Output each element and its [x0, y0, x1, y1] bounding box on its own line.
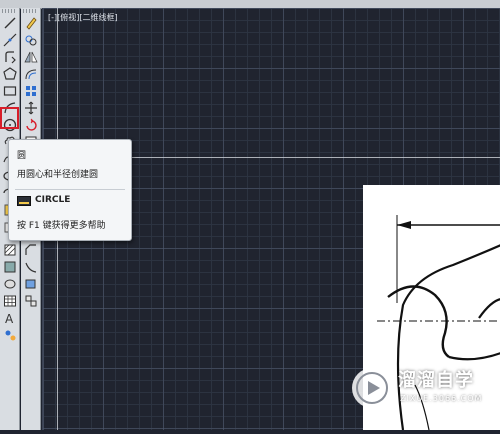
offset-icon[interactable] [23, 66, 39, 81]
rotate-icon[interactable] [23, 117, 39, 132]
circle-tooltip: 圆 用圆心和半径创建圆 CIRCLE 按 F1 键获得更多帮助 [8, 139, 132, 241]
watermark: 溜溜自学 ZIXUE.3066.COM [352, 362, 492, 420]
polygon-icon[interactable] [2, 66, 18, 81]
tooltip-title: 圆 [17, 151, 27, 161]
circle-tool-highlight [0, 107, 19, 129]
viewport-label[interactable]: [-][俯视][二维线框] [48, 12, 118, 23]
erase-icon[interactable] [23, 15, 39, 30]
toolbar-grip[interactable] [2, 9, 17, 13]
multiline-text-icon[interactable]: A [2, 310, 18, 325]
play-logo-icon [352, 368, 392, 408]
region-icon[interactable] [2, 276, 18, 291]
tooltip-help: 按 F1 键获得更多帮助 [17, 221, 106, 231]
construction-line-icon[interactable] [2, 32, 18, 47]
watermark-title: 溜溜自学 [398, 370, 474, 391]
chamfer-icon[interactable] [23, 242, 39, 257]
move-icon[interactable] [23, 100, 39, 115]
tooltip-description: 用圆心和半径创建圆 [17, 170, 99, 180]
line-icon[interactable] [2, 15, 18, 30]
tooltip-command: CIRCLE [35, 195, 71, 205]
array-icon[interactable] [23, 83, 39, 98]
add-selected-icon[interactable] [2, 327, 18, 342]
polyline-icon[interactable] [2, 49, 18, 64]
mirror-icon[interactable] [23, 49, 39, 64]
command-icon [17, 196, 31, 206]
gradient-icon[interactable] [2, 259, 18, 274]
fillet-icon[interactable] [23, 259, 39, 274]
hatch-icon[interactable] [2, 242, 18, 257]
blend-icon[interactable] [23, 276, 39, 291]
svg-text:A: A [5, 312, 14, 325]
watermark-subtitle: ZIXUE.3066.COM [400, 394, 483, 403]
copy-icon[interactable] [23, 32, 39, 47]
toolbar-grip[interactable] [23, 9, 38, 13]
rectangle-icon[interactable] [2, 83, 18, 98]
table-icon[interactable] [2, 293, 18, 308]
tooltip-separator [15, 189, 125, 190]
explode-icon[interactable] [23, 293, 39, 308]
